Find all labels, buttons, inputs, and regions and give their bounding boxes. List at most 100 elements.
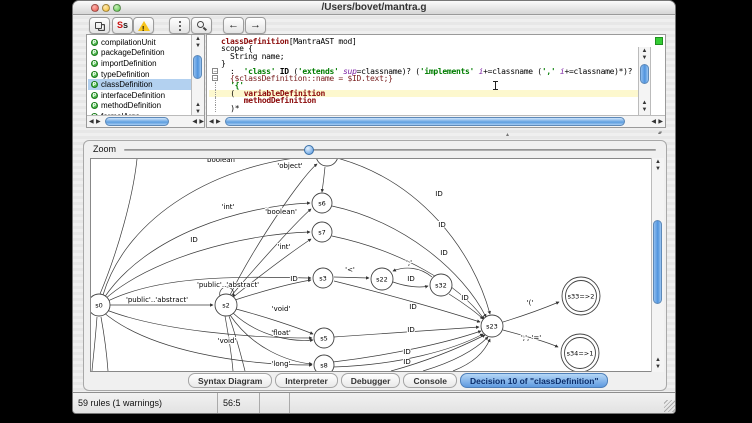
edge-label: 'void'	[218, 337, 237, 345]
fold-gutter	[215, 105, 216, 112]
code-segment: {$classDefinition::name = $ID.text;}	[221, 75, 393, 82]
close-window-icon[interactable]	[91, 4, 99, 12]
parser-rule-icon: P	[91, 81, 98, 88]
rule-list-horizontal-scrollbar[interactable]: ◀▶ ◀▶	[87, 115, 205, 127]
rule-list-vertical-scrollbar[interactable]: ▲▼ ▲▼	[191, 35, 204, 117]
scrollbar-thumb[interactable]	[193, 55, 202, 79]
graph-vertical-scrollbar[interactable]: ▲▼ ▲▼	[651, 158, 664, 372]
tab-debugger[interactable]: Debugger	[341, 373, 401, 388]
tab-decision-10-of-classdefinition[interactable]: Decision 10 of "classDefinition"	[460, 373, 609, 388]
graph-edge	[334, 281, 480, 322]
zoom-slider[interactable]	[124, 149, 656, 151]
rule-list[interactable]: PcompilationUnitPpackageDefinitionPimpor…	[88, 37, 191, 122]
fold-gutter	[209, 45, 221, 52]
code-area[interactable]: classDefinition[MantraAST mod]scope { St…	[209, 38, 639, 112]
state-s6[interactable]: s6	[312, 193, 332, 213]
scrollbar-thumb[interactable]	[105, 117, 169, 126]
state-s22[interactable]: s22	[371, 268, 393, 290]
find-button[interactable]	[191, 17, 212, 34]
rule-item-label: importDefinition	[101, 59, 157, 68]
back-button[interactable]: ←	[223, 17, 244, 34]
scrollbar-thumb[interactable]	[225, 117, 625, 126]
graph-edge	[230, 164, 317, 295]
fold-gutter[interactable]: −	[212, 68, 218, 74]
graph-edge	[103, 159, 314, 295]
resize-grip[interactable]	[664, 400, 676, 412]
state-s33=>2[interactable]: s33=>2	[562, 277, 600, 315]
forward-arrow-icon: →	[250, 19, 261, 31]
status-cell-message	[290, 393, 676, 413]
edge-label: ','	[406, 259, 412, 267]
edge-label: 'int'	[222, 203, 235, 211]
edge-label: ID	[409, 303, 416, 311]
fold-gutter	[209, 53, 221, 60]
zoom-slider-knob[interactable]	[304, 145, 314, 155]
graph-edge	[337, 159, 490, 314]
state-s5[interactable]: s5	[314, 328, 334, 348]
ideas-button[interactable]	[169, 17, 190, 34]
rules-icon	[95, 22, 102, 29]
cursor-position-status: 56:5	[218, 393, 260, 413]
forward-button[interactable]: →	[245, 17, 266, 34]
state-s0[interactable]: s0	[91, 294, 110, 316]
grammar-health-indicator	[655, 37, 663, 45]
code-segment: +=classname)*)?	[564, 68, 632, 75]
state-s3[interactable]: s3	[313, 268, 333, 288]
tab-console[interactable]: Console	[403, 373, 457, 388]
state-s23[interactable]: s23	[481, 315, 503, 337]
edge-label: '<'	[345, 266, 355, 274]
edge-label: 'boolean'	[205, 159, 237, 164]
rule-item-typeDefinition[interactable]: PtypeDefinition	[88, 69, 191, 80]
svg-text:s23: s23	[486, 322, 498, 330]
tab-syntax-diagram[interactable]: Syntax Diagram	[188, 373, 272, 388]
editor-horizontal-scrollbar[interactable]: ◀▶ ◀▶	[207, 115, 665, 127]
parser-rule-icon: P	[91, 102, 98, 109]
title-bar[interactable]: /Users/bovet/mantra.g	[73, 1, 675, 15]
scrollbar-thumb[interactable]	[640, 64, 649, 84]
warnings-button[interactable]	[133, 17, 154, 34]
zoom-window-icon[interactable]	[113, 4, 121, 12]
edge-label: 'long'	[272, 360, 291, 368]
dfa-graph[interactable]: 'boolean''object''int''boolean'ID'int'ID…	[90, 158, 654, 372]
splitter-collapse-icon[interactable]: ▴▾	[658, 130, 661, 136]
rules-view-button[interactable]	[89, 17, 110, 34]
splitter-handle-icon[interactable]: ▴	[506, 131, 509, 138]
state-s7[interactable]: s7	[312, 222, 332, 242]
fold-gutter	[209, 38, 221, 45]
grammar-editor-pane[interactable]: classDefinition[MantraAST mod]scope { St…	[206, 34, 666, 128]
graph-edge	[101, 317, 108, 371]
state-partial[interactable]	[316, 159, 338, 166]
edge-label: ID	[403, 348, 410, 356]
rule-item-compilationUnit[interactable]: PcompilationUnit	[88, 37, 191, 48]
tab-interpreter[interactable]: Interpreter	[275, 373, 338, 388]
code-line: classDefinition[MantraAST mod]	[209, 38, 639, 45]
rule-list-pane: PcompilationUnitPpackageDefinitionPimpor…	[86, 34, 205, 128]
pane-splitter[interactable]: ▴ ▴▾	[73, 128, 676, 140]
minimize-window-icon[interactable]	[102, 4, 110, 12]
rule-item-methodDefinition[interactable]: PmethodDefinition	[88, 101, 191, 112]
svg-text:s6: s6	[318, 199, 326, 207]
state-s34=>1[interactable]: s34=>1	[561, 334, 599, 372]
svg-text:s7: s7	[318, 228, 326, 236]
state-s32[interactable]: s32	[430, 274, 452, 296]
rule-item-importDefinition[interactable]: PimportDefinition	[88, 58, 191, 69]
editor-vertical-scrollbar[interactable]: ▲▼ ▲▼	[638, 47, 651, 115]
vertical-dots-icon	[179, 21, 181, 23]
state-s8[interactable]: s8	[314, 355, 334, 372]
svg-text:s2: s2	[222, 301, 230, 309]
fold-gutter[interactable]: −	[212, 75, 218, 81]
rule-item-classDefinition[interactable]: PclassDefinition	[88, 79, 191, 90]
edge-label: ID	[461, 294, 468, 302]
edge-label: '('	[527, 299, 534, 307]
text-cursor-icon	[495, 81, 496, 90]
sort-rules-button[interactable]: Ss	[112, 17, 133, 34]
rule-item-packageDefinition[interactable]: PpackageDefinition	[88, 48, 191, 59]
rules-count-status: 59 rules (1 warnings)	[73, 393, 218, 413]
scrollbar-thumb[interactable]	[653, 220, 662, 304]
search-icon	[197, 21, 204, 28]
rule-item-interfaceDefinition[interactable]: PinterfaceDefinition	[88, 90, 191, 101]
state-s2[interactable]: s2	[215, 294, 237, 316]
svg-text:s8: s8	[320, 361, 328, 369]
svg-text:s0: s0	[95, 301, 103, 309]
graph-edge	[230, 315, 312, 364]
